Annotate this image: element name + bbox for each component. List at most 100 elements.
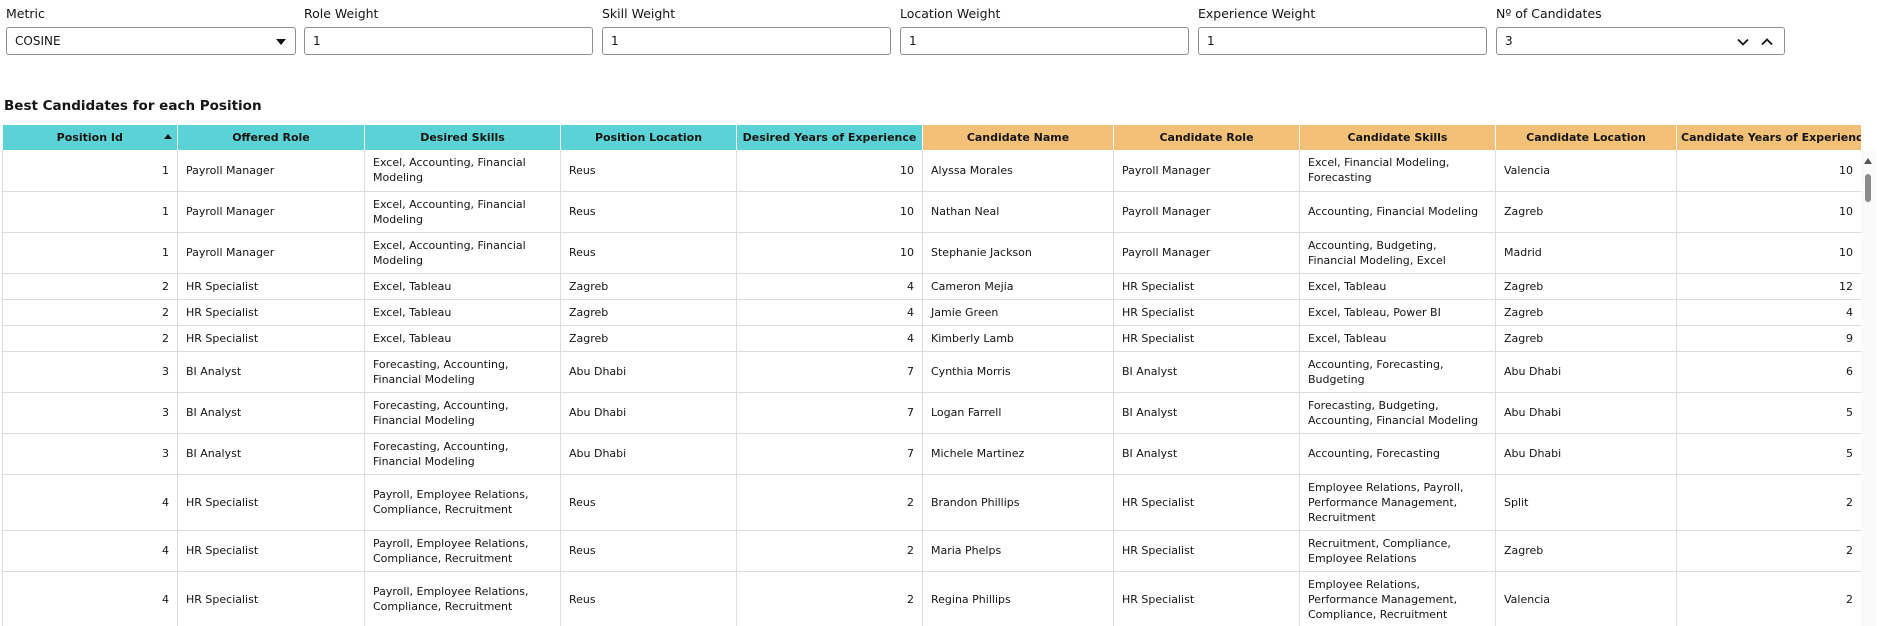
position-location-cell: Reus bbox=[560, 150, 737, 192]
decrement-icon[interactable] bbox=[1735, 34, 1751, 50]
candidate-role-cell: HR Specialist bbox=[1113, 299, 1300, 326]
candidate-location-cell: Zagreb bbox=[1495, 325, 1677, 352]
position-location-cell: Abu Dhabi bbox=[560, 392, 737, 434]
candidate-skills-cell: Accounting, Forecasting, Budgeting bbox=[1299, 351, 1496, 393]
candidate-skills-cell: Accounting, Financial Modeling bbox=[1299, 191, 1496, 233]
position-location-cell: Reus bbox=[560, 571, 737, 626]
num-candidates-label: Nº of Candidates bbox=[1496, 6, 1602, 21]
scrollbar-thumb[interactable] bbox=[1865, 174, 1871, 202]
table-row[interactable]: 4 HR Specialist Payroll, Employee Relation… bbox=[2, 530, 1861, 572]
candidate-location-cell: Abu Dhabi bbox=[1495, 392, 1677, 434]
position-id-cell: 3 bbox=[2, 392, 178, 434]
desired-years-cell: 7 bbox=[736, 351, 923, 393]
table-row[interactable]: 1 Payroll Manager Excel, Accounting, Finan… bbox=[2, 191, 1861, 233]
position-location-cell: Reus bbox=[560, 232, 737, 274]
table-row[interactable]: 3 BI Analyst Forecasting, Accounting, Fina… bbox=[2, 392, 1861, 434]
desired-years-cell: 2 bbox=[736, 571, 923, 626]
col-header-desired-years[interactable]: Desired Years of Experience bbox=[736, 125, 923, 150]
increment-icon[interactable] bbox=[1759, 34, 1775, 50]
candidate-role-cell: HR Specialist bbox=[1113, 325, 1300, 352]
desired-years-cell: 7 bbox=[736, 433, 923, 475]
sort-ascending-icon[interactable] bbox=[164, 134, 172, 139]
table-row[interactable]: 4 HR Specialist Payroll, Employee Relation… bbox=[2, 571, 1861, 626]
desired-skills-cell: Payroll, Employee Relations, Compliance,… bbox=[364, 530, 561, 572]
candidate-skills-cell: Employee Relations, Performance Manageme… bbox=[1299, 571, 1496, 626]
candidate-name-cell: Cynthia Morris bbox=[922, 351, 1114, 393]
col-header-offered-role[interactable]: Offered Role bbox=[177, 125, 365, 150]
col-header-label: Position Id bbox=[56, 131, 123, 144]
location-weight-input[interactable]: 1 bbox=[900, 27, 1189, 55]
col-header-candidate-name[interactable]: Candidate Name bbox=[922, 125, 1114, 150]
offered-role-cell: HR Specialist bbox=[177, 299, 365, 326]
location-weight-value: 1 bbox=[909, 34, 917, 48]
location-weight-label: Location Weight bbox=[900, 6, 1001, 21]
table-scrollbar[interactable] bbox=[1861, 150, 1876, 626]
offered-role-cell: Payroll Manager bbox=[177, 232, 365, 274]
col-header-candidate-skills[interactable]: Candidate Skills bbox=[1299, 125, 1496, 150]
skill-weight-input[interactable]: 1 bbox=[602, 27, 891, 55]
candidate-role-cell: Payroll Manager bbox=[1113, 232, 1300, 274]
candidate-name-cell: Michele Martinez bbox=[922, 433, 1114, 475]
position-id-cell: 1 bbox=[2, 232, 178, 274]
candidate-location-cell: Zagreb bbox=[1495, 530, 1677, 572]
skill-weight-label: Skill Weight bbox=[602, 6, 676, 21]
candidate-role-cell: HR Specialist bbox=[1113, 571, 1300, 626]
caret-down-icon[interactable] bbox=[276, 39, 286, 45]
candidate-skills-cell: Accounting, Budgeting, Financial Modelin… bbox=[1299, 232, 1496, 274]
experience-weight-input[interactable]: 1 bbox=[1198, 27, 1487, 55]
table-row[interactable]: 1 Payroll Manager Excel, Accounting, Finan… bbox=[2, 150, 1861, 192]
position-location-cell: Abu Dhabi bbox=[560, 433, 737, 475]
candidate-role-cell: BI Analyst bbox=[1113, 351, 1300, 393]
desired-skills-cell: Excel, Tableau bbox=[364, 299, 561, 326]
candidate-skills-cell: Excel, Tableau, Power BI bbox=[1299, 299, 1496, 326]
candidate-location-cell: Zagreb bbox=[1495, 191, 1677, 233]
desired-skills-cell: Forecasting, Accounting, Financial Model… bbox=[364, 433, 561, 475]
candidate-location-cell: Valencia bbox=[1495, 150, 1677, 192]
desired-years-cell: 4 bbox=[736, 299, 923, 326]
position-id-cell: 2 bbox=[2, 273, 178, 300]
candidate-location-cell: Zagreb bbox=[1495, 299, 1677, 326]
col-header-candidate-location[interactable]: Candidate Location bbox=[1495, 125, 1677, 150]
position-id-cell: 3 bbox=[2, 351, 178, 393]
position-location-cell: Reus bbox=[560, 191, 737, 233]
candidate-years-cell: 5 bbox=[1676, 433, 1861, 475]
position-location-cell: Zagreb bbox=[560, 273, 737, 300]
desired-skills-cell: Excel, Tableau bbox=[364, 273, 561, 300]
candidate-skills-cell: Excel, Tableau bbox=[1299, 325, 1496, 352]
position-id-cell: 4 bbox=[2, 530, 178, 572]
position-id-cell: 1 bbox=[2, 191, 178, 233]
metric-value: COSINE bbox=[15, 34, 61, 48]
col-header-candidate-years[interactable]: Candidate Years of Experience bbox=[1676, 125, 1861, 150]
candidate-role-cell: BI Analyst bbox=[1113, 392, 1300, 434]
metric-select[interactable]: COSINE bbox=[6, 27, 296, 55]
table-row[interactable]: 2 HR Specialist Excel, Tableau Zagreb 4 Kimbe… bbox=[2, 325, 1861, 352]
col-header-position-id[interactable]: Position Id bbox=[2, 125, 178, 150]
num-candidates-value: 3 bbox=[1505, 34, 1513, 48]
candidate-years-cell: 4 bbox=[1676, 299, 1861, 326]
table-row[interactable]: 3 BI Analyst Forecasting, Accounting, Fina… bbox=[2, 351, 1861, 393]
position-id-cell: 2 bbox=[2, 299, 178, 326]
scroll-up-arrow-icon[interactable] bbox=[1864, 158, 1872, 164]
metric-label: Metric bbox=[6, 6, 45, 21]
position-id-cell: 2 bbox=[2, 325, 178, 352]
offered-role-cell: HR Specialist bbox=[177, 273, 365, 300]
table-body: 1 Payroll Manager Excel, Accounting, Finan… bbox=[2, 150, 1861, 626]
col-header-candidate-role[interactable]: Candidate Role bbox=[1113, 125, 1300, 150]
table-row[interactable]: 3 BI Analyst Forecasting, Accounting, Fina… bbox=[2, 433, 1861, 475]
table-row[interactable]: 2 HR Specialist Excel, Tableau Zagreb 4 Camer… bbox=[2, 273, 1861, 300]
candidate-skills-cell: Excel, Tableau bbox=[1299, 273, 1496, 300]
candidate-years-cell: 2 bbox=[1676, 571, 1861, 626]
num-candidates-stepper[interactable]: 3 bbox=[1496, 27, 1785, 55]
col-header-position-location[interactable]: Position Location bbox=[560, 125, 737, 150]
table-row[interactable]: 2 HR Specialist Excel, Tableau Zagreb 4 Jamie… bbox=[2, 299, 1861, 326]
candidate-years-cell: 10 bbox=[1676, 232, 1861, 274]
table-row[interactable]: 4 HR Specialist Payroll, Employee Relation… bbox=[2, 474, 1861, 531]
table-row[interactable]: 1 Payroll Manager Excel, Accounting, Finan… bbox=[2, 232, 1861, 274]
candidate-location-cell: Abu Dhabi bbox=[1495, 433, 1677, 475]
position-id-cell: 1 bbox=[2, 150, 178, 192]
skill-weight-value: 1 bbox=[611, 34, 619, 48]
role-weight-input[interactable]: 1 bbox=[304, 27, 593, 55]
position-id-cell: 4 bbox=[2, 571, 178, 626]
col-header-desired-skills[interactable]: Desired Skills bbox=[364, 125, 561, 150]
candidate-location-cell: Abu Dhabi bbox=[1495, 351, 1677, 393]
